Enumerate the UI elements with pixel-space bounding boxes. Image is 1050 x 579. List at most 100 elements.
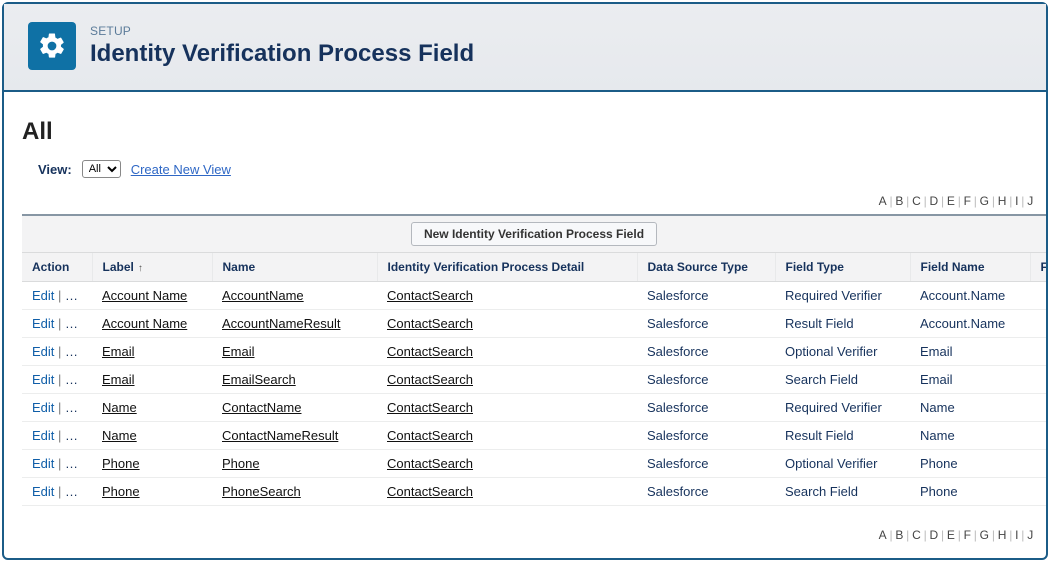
row-label-link[interactable]: Phone	[102, 484, 140, 499]
edit-link[interactable]: Edit	[32, 456, 54, 471]
alpha-letter[interactable]: C	[910, 194, 923, 208]
row-name-link[interactable]: PhoneSearch	[222, 484, 301, 499]
col-detail[interactable]: Identity Verification Process Detail	[377, 253, 637, 282]
edit-link[interactable]: Edit	[32, 316, 54, 331]
alpha-letter[interactable]: C	[910, 528, 923, 542]
header-eyebrow: SETUP	[90, 24, 474, 38]
edit-link[interactable]: Edit	[32, 400, 54, 415]
row-name-link[interactable]: AccountName	[222, 288, 304, 303]
alpha-letter[interactable]: F	[962, 194, 974, 208]
table-row: Edit | DelEmailEmailContactSearchSalesfo…	[22, 338, 1046, 366]
row-label-link[interactable]: Account Name	[102, 316, 187, 331]
row-ftype: Optional Verifier	[785, 344, 878, 359]
gear-icon	[28, 22, 76, 70]
row-ftype: Optional Verifier	[785, 456, 878, 471]
row-source: Salesforce	[647, 456, 708, 471]
row-detail-link[interactable]: ContactSearch	[387, 344, 473, 359]
row-detail-link[interactable]: ContactSearch	[387, 484, 473, 499]
row-label-link[interactable]: Name	[102, 400, 137, 415]
row-source: Salesforce	[647, 316, 708, 331]
row-label-link[interactable]: Name	[102, 428, 137, 443]
table-row: Edit | DelAccount NameAccountNameResultC…	[22, 310, 1046, 338]
col-action[interactable]: Action	[22, 253, 92, 282]
row-name-link[interactable]: ContactName	[222, 400, 301, 415]
alpha-letter[interactable]: F	[962, 528, 974, 542]
alpha-letter[interactable]: B	[893, 194, 906, 208]
alpha-letter[interactable]: G	[978, 528, 992, 542]
col-fname[interactable]: Field Name	[910, 253, 1030, 282]
row-label-link[interactable]: Phone	[102, 456, 140, 471]
row-detail-link[interactable]: ContactSearch	[387, 288, 473, 303]
row-fname: Phone	[920, 456, 958, 471]
row-ftype: Search Field	[785, 372, 858, 387]
col-label[interactable]: Label↑	[92, 253, 212, 282]
row-ftype: Required Verifier	[785, 400, 882, 415]
sort-asc-icon: ↑	[138, 263, 143, 274]
view-select[interactable]: All	[82, 160, 121, 178]
alpha-letter[interactable]: H	[996, 194, 1009, 208]
row-fname: Email	[920, 372, 953, 387]
table-row: Edit | DelPhonePhoneSearchContactSearchS…	[22, 478, 1046, 506]
table-row: Edit | DelEmailEmailSearchContactSearchS…	[22, 366, 1046, 394]
col-name[interactable]: Name	[212, 253, 377, 282]
page-title: Identity Verification Process Field	[90, 40, 474, 68]
row-source: Salesforce	[647, 400, 708, 415]
list-view-title: All	[22, 118, 1046, 146]
alpha-bar-top: A|B|C|D|E|F|G|H|I|J	[22, 192, 1046, 214]
table-toolbar: New Identity Verification Process Field	[22, 216, 1046, 253]
alpha-bar-bottom: A|B|C|D|E|F|G|H|I|J	[22, 526, 1046, 548]
row-name-link[interactable]: Email	[222, 344, 255, 359]
alpha-letter[interactable]: A	[877, 528, 890, 542]
alpha-letter[interactable]: D	[927, 194, 940, 208]
edit-link[interactable]: Edit	[32, 372, 54, 387]
alpha-letter[interactable]: D	[927, 528, 940, 542]
alpha-letter[interactable]: G	[978, 194, 992, 208]
alpha-letter[interactable]: A	[877, 194, 890, 208]
row-name-link[interactable]: Phone	[222, 456, 260, 471]
table-row: Edit | DelNameContactNameContactSearchSa…	[22, 394, 1046, 422]
page-header: SETUP Identity Verification Process Fiel…	[4, 4, 1046, 92]
edit-link[interactable]: Edit	[32, 344, 54, 359]
alpha-letter[interactable]: J	[1025, 194, 1036, 208]
edit-link[interactable]: Edit	[32, 428, 54, 443]
row-name-link[interactable]: AccountNameResult	[222, 316, 341, 331]
row-source: Salesforce	[647, 484, 708, 499]
row-label-link[interactable]: Email	[102, 344, 135, 359]
edit-link[interactable]: Edit	[32, 288, 54, 303]
row-label-link[interactable]: Account Name	[102, 288, 187, 303]
row-ftype: Search Field	[785, 484, 858, 499]
records-table: Action Label↑ Name Identity Verification…	[22, 253, 1046, 506]
alpha-letter[interactable]: E	[945, 194, 958, 208]
row-detail-link[interactable]: ContactSearch	[387, 456, 473, 471]
row-name-link[interactable]: EmailSearch	[222, 372, 296, 387]
table-row: Edit | DelAccount NameAccountNameContact…	[22, 282, 1046, 310]
new-record-button[interactable]: New Identity Verification Process Field	[411, 222, 657, 246]
row-fname: Email	[920, 344, 953, 359]
alpha-letter[interactable]: H	[996, 528, 1009, 542]
table-row: Edit | DelPhonePhoneContactSearchSalesfo…	[22, 450, 1046, 478]
table-row: Edit | DelNameContactNameResultContactSe…	[22, 422, 1046, 450]
alpha-letter[interactable]: E	[945, 528, 958, 542]
row-label-link[interactable]: Email	[102, 372, 135, 387]
col-source[interactable]: Data Source Type	[637, 253, 775, 282]
col-extra[interactable]: Fi	[1030, 253, 1046, 282]
row-detail-link[interactable]: ContactSearch	[387, 316, 473, 331]
alpha-letter[interactable]: J	[1025, 528, 1036, 542]
row-fname: Account.Name	[920, 288, 1005, 303]
row-fname: Name	[920, 400, 955, 415]
row-detail-link[interactable]: ContactSearch	[387, 400, 473, 415]
row-name-link[interactable]: ContactNameResult	[222, 428, 338, 443]
row-fname: Name	[920, 428, 955, 443]
row-ftype: Result Field	[785, 316, 854, 331]
create-new-view-link[interactable]: Create New View	[131, 162, 231, 177]
row-source: Salesforce	[647, 428, 708, 443]
row-fname: Phone	[920, 484, 958, 499]
view-label: View:	[38, 162, 72, 177]
row-detail-link[interactable]: ContactSearch	[387, 372, 473, 387]
row-detail-link[interactable]: ContactSearch	[387, 428, 473, 443]
row-ftype: Result Field	[785, 428, 854, 443]
row-fname: Account.Name	[920, 316, 1005, 331]
edit-link[interactable]: Edit	[32, 484, 54, 499]
alpha-letter[interactable]: B	[893, 528, 906, 542]
col-ftype[interactable]: Field Type	[775, 253, 910, 282]
